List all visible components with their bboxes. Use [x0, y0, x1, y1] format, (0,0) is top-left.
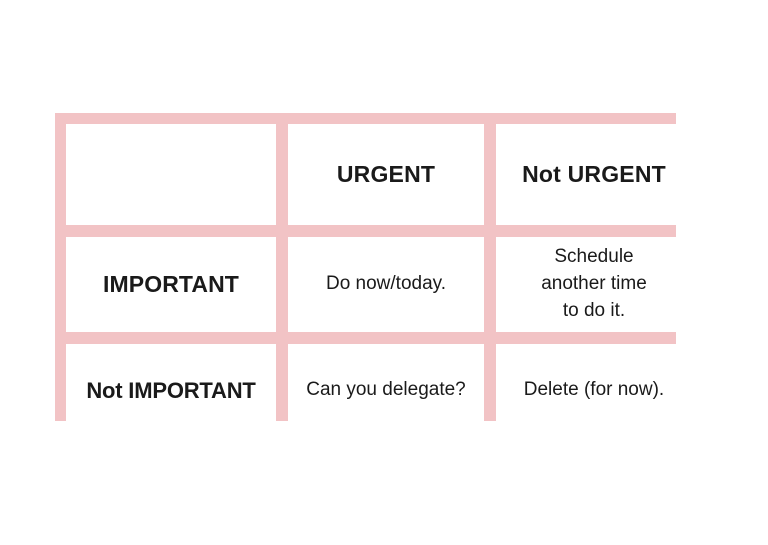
matrix-cell-not-important-urgent: Can you delegate?	[288, 344, 484, 437]
matrix-cell-important-not-urgent: Schedule another time to do it.	[496, 237, 692, 332]
matrix-cell-not-important-not-urgent: Delete (for now).	[496, 344, 692, 437]
page-canvas: URGENT Not URGENT IMPORTANT Do now/today…	[0, 0, 768, 545]
row-header-important: IMPORTANT	[66, 237, 276, 332]
matrix-corner-cell	[66, 124, 276, 225]
eisenhower-matrix-table: URGENT Not URGENT IMPORTANT Do now/today…	[55, 113, 692, 437]
column-header-not-urgent: Not URGENT	[496, 124, 692, 225]
column-header-urgent: URGENT	[288, 124, 484, 225]
matrix-cell-important-urgent: Do now/today.	[288, 237, 484, 332]
row-header-not-important: Not IMPORTANT	[66, 344, 276, 437]
